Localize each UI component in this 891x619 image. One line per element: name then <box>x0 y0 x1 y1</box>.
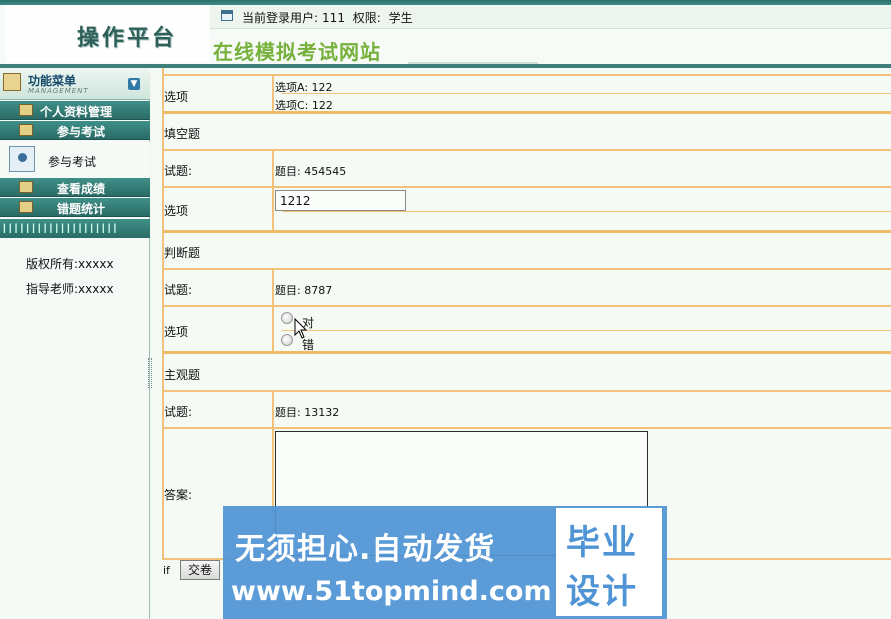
column-divider <box>272 149 274 231</box>
subjective-question-text: 题目: 13132 <box>275 406 340 419</box>
sidebar-item-profile[interactable]: 个人资料管理 <box>0 101 150 120</box>
menu-header: 功能菜单 MANAGEMENT ▼ <box>0 68 150 100</box>
user-info: 当前登录用户: 111 权限: 学生 <box>242 9 417 26</box>
choice-options-label: 选项 <box>164 90 189 104</box>
menu-subtitle: MANAGEMENT <box>28 87 89 95</box>
fill-section-title: 填空题 <box>164 127 201 141</box>
submit-prefix-text: if <box>163 564 170 577</box>
copyright-text: 版权所有:xxxxx <box>26 257 114 271</box>
window-icon <box>221 10 233 21</box>
judge-options-label: 选项 <box>164 325 189 339</box>
row-divider <box>282 211 891 212</box>
menu-footer-bar: ┃┃┃┃┃┃┃┃┃┃┃┃┃┃┃┃┃┃┃┃ <box>0 219 150 238</box>
teacher-text: 指导老师:xxxxx <box>26 282 114 296</box>
folder-icon <box>19 104 33 116</box>
fill-answer-input[interactable]: 1212 <box>275 190 406 211</box>
header: 操作平台 当前登录用户: 111 权限: 学生 在线模拟考试网站 <box>0 0 891 68</box>
platform-logo: 操作平台 <box>77 25 178 51</box>
column-divider <box>272 268 274 352</box>
fill-options-label: 选项 <box>164 204 189 218</box>
judge-question-label: 试题: <box>164 283 193 297</box>
collapse-chevron-icon[interactable]: ▼ <box>128 78 140 90</box>
submit-exam-button[interactable]: 交卷 <box>180 560 220 580</box>
watermark-badge-line2: 设计 <box>566 572 638 612</box>
section-divider <box>162 351 891 354</box>
folder-icon <box>19 181 33 193</box>
watermark-slogan: 无须担心.自动发货 <box>235 532 496 567</box>
section-divider <box>162 230 891 233</box>
sidebar-subitem-take-exam[interactable]: 参与考试 <box>0 142 150 178</box>
role-value: 学生 <box>388 11 413 25</box>
judge-question-text: 题目: 8787 <box>275 284 333 297</box>
sidebar-item-label: 错题统计 <box>57 202 106 216</box>
row-divider <box>162 305 891 307</box>
row-divider <box>282 330 891 331</box>
subjective-section-title: 主观题 <box>164 368 201 382</box>
site-title: 在线模拟考试网站 <box>213 40 381 64</box>
user-card-icon <box>9 146 35 172</box>
menu-box-icon <box>3 73 21 91</box>
folder-icon <box>19 124 33 136</box>
judge-false-radio[interactable] <box>281 334 293 346</box>
row-divider <box>162 427 891 429</box>
watermark-banner: 无须担心.自动发货 www.51topmind.com 毕业 设计 <box>223 506 667 619</box>
mouse-pointer-icon <box>294 317 308 339</box>
row-divider <box>162 186 891 188</box>
sidebar-item-take-exam[interactable]: 参与考试 <box>0 121 150 140</box>
role-label: 权限: <box>352 11 381 25</box>
subjective-answer-label: 答案: <box>164 488 193 502</box>
judge-section-title: 判断题 <box>164 246 201 260</box>
sidebar: 功能菜单 MANAGEMENT ▼ 个人资料管理 参与考试 参与考试 查看成绩 … <box>0 68 152 619</box>
subjective-question-label: 试题: <box>164 405 193 419</box>
sidebar-item-label: 参与考试 <box>57 125 106 139</box>
app-window: 操作平台 当前登录用户: 111 权限: 学生 在线模拟考试网站 功能菜单 MAN… <box>0 0 891 619</box>
sidebar-item-mistakes[interactable]: 错题统计 <box>0 198 150 217</box>
current-user-label: 当前登录用户: <box>242 11 319 25</box>
fill-question-label: 试题: <box>164 164 193 178</box>
sidebar-item-label: 查看成绩 <box>57 182 106 196</box>
judge-true-radio[interactable] <box>281 312 293 324</box>
sidebar-subitem-label: 参与考试 <box>48 155 97 169</box>
fill-question-text: 题目: 454545 <box>275 165 347 178</box>
folder-icon <box>19 201 33 213</box>
current-user: 111 <box>322 11 345 25</box>
sidebar-item-label: 个人资料管理 <box>40 105 113 119</box>
row-divider <box>282 93 891 94</box>
section-divider <box>162 111 891 114</box>
watermark-badge-line1: 毕业 <box>566 523 638 563</box>
column-divider <box>272 74 274 112</box>
watermark-url: www.51topmind.com <box>231 576 552 607</box>
sidebar-item-scores[interactable]: 查看成绩 <box>0 178 150 197</box>
